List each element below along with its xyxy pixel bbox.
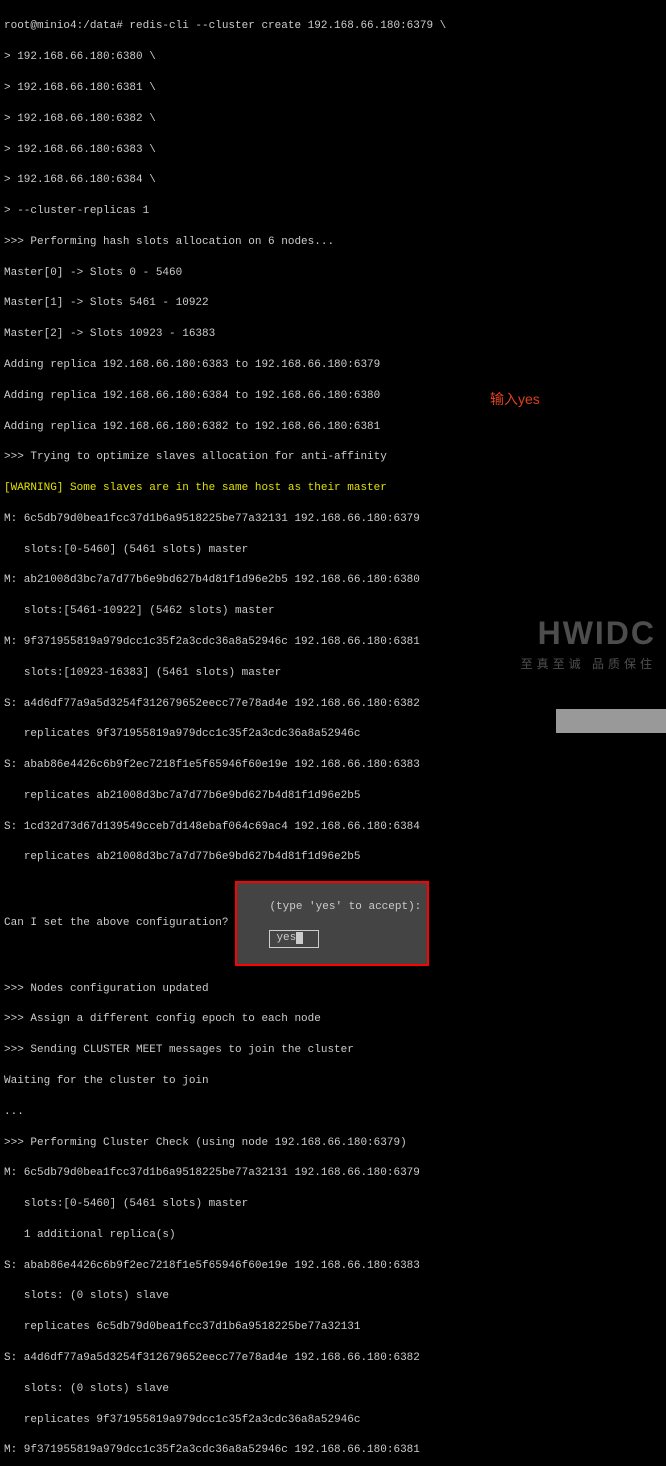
optimize-header: >>> Trying to optimize slaves allocation… xyxy=(4,450,662,465)
check-line: replicates 6c5db79d0bea1fcc37d1b6a951822… xyxy=(4,1320,662,1335)
cursor-icon xyxy=(296,932,303,944)
add-replica-line: Adding replica 192.168.66.180:6382 to 19… xyxy=(4,420,662,435)
watermark-small-text: 至真至诚 品质保住 xyxy=(521,656,656,673)
master-slot-line: Master[2] -> Slots 10923 - 16383 xyxy=(4,327,662,342)
watermark: HWIDC 至真至诚 品质保住 xyxy=(521,611,656,673)
confirm-prefix: Can I set the above configuration? xyxy=(4,916,228,931)
annotation-label: 输入yes xyxy=(490,390,540,410)
continuation-line: > 192.168.66.180:6381 \ xyxy=(4,81,662,96)
continuation-line: > --cluster-replicas 1 xyxy=(4,204,662,219)
waiting-dots-line: ... xyxy=(4,1105,662,1120)
nodes-updated-line: >>> Nodes configuration updated xyxy=(4,982,662,997)
continuation-line: > 192.168.66.180:6380 \ xyxy=(4,50,662,65)
bottom-strip xyxy=(556,709,666,733)
confirm-prompt-line[interactable]: Can I set the above configuration? (type… xyxy=(4,881,662,966)
add-replica-line: Adding replica 192.168.66.180:6383 to 19… xyxy=(4,358,662,373)
check-line: replicates 9f371955819a979dcc1c35f2a3cdc… xyxy=(4,1413,662,1428)
config-line: S: abab86e4426c6b9f2ec7218f1e5f65946f60e… xyxy=(4,758,662,773)
check-line: M: 6c5db79d0bea1fcc37d1b6a9518225be77a32… xyxy=(4,1166,662,1181)
assign-epoch-line: >>> Assign a different config epoch to e… xyxy=(4,1012,662,1027)
check-line: S: abab86e4426c6b9f2ec7218f1e5f65946f60e… xyxy=(4,1259,662,1274)
check-line: slots: (0 slots) slave xyxy=(4,1289,662,1304)
confirm-input-value: yes xyxy=(276,932,296,944)
cluster-meet-line: >>> Sending CLUSTER MEET messages to joi… xyxy=(4,1043,662,1058)
add-replica-line: Adding replica 192.168.66.180:6384 to 19… xyxy=(4,389,662,404)
waiting-line: Waiting for the cluster to join xyxy=(4,1074,662,1089)
continuation-line: > 192.168.66.180:6382 \ xyxy=(4,112,662,127)
terminal-output[interactable]: root@minio4:/data# redis-cli --cluster c… xyxy=(4,4,662,1466)
check-line: slots: (0 slots) slave xyxy=(4,1382,662,1397)
config-line: S: 1cd32d73d67d139549cceb7d148ebaf064c69… xyxy=(4,820,662,835)
master-slot-line: Master[0] -> Slots 0 - 5460 xyxy=(4,266,662,281)
hash-alloc-header: >>> Performing hash slots allocation on … xyxy=(4,235,662,250)
watermark-big-text: HWIDC xyxy=(521,611,656,656)
config-line: slots:[0-5460] (5461 slots) master xyxy=(4,543,662,558)
config-line: replicates ab21008d3bc7a7d77b6e9bd627b4d… xyxy=(4,850,662,865)
check-line: slots:[0-5460] (5461 slots) master xyxy=(4,1197,662,1212)
check-line: S: a4d6df77a9a5d3254f312679652eecc77e78a… xyxy=(4,1351,662,1366)
check-line: M: 9f371955819a979dcc1c35f2a3cdc36a8a529… xyxy=(4,1443,662,1458)
master-slot-line: Master[1] -> Slots 5461 - 10922 xyxy=(4,296,662,311)
confirm-prompt-text: (type 'yes' to accept): xyxy=(269,901,421,913)
cluster-check-header: >>> Performing Cluster Check (using node… xyxy=(4,1136,662,1151)
prompt-line: root@minio4:/data# redis-cli --cluster c… xyxy=(4,19,662,34)
check-line: 1 additional replica(s) xyxy=(4,1228,662,1243)
warning-line: [WARNING] Some slaves are in the same ho… xyxy=(4,481,662,496)
continuation-line: > 192.168.66.180:6384 \ xyxy=(4,173,662,188)
config-line: M: 6c5db79d0bea1fcc37d1b6a9518225be77a32… xyxy=(4,512,662,527)
continuation-line: > 192.168.66.180:6383 \ xyxy=(4,143,662,158)
confirm-input-box[interactable]: yes xyxy=(269,930,319,947)
config-line: replicates ab21008d3bc7a7d77b6e9bd627b4d… xyxy=(4,789,662,804)
config-line: M: ab21008d3bc7a7d77b6e9bd627b4d81f1d96e… xyxy=(4,573,662,588)
confirm-highlight-box: (type 'yes' to accept): yes xyxy=(235,881,429,966)
